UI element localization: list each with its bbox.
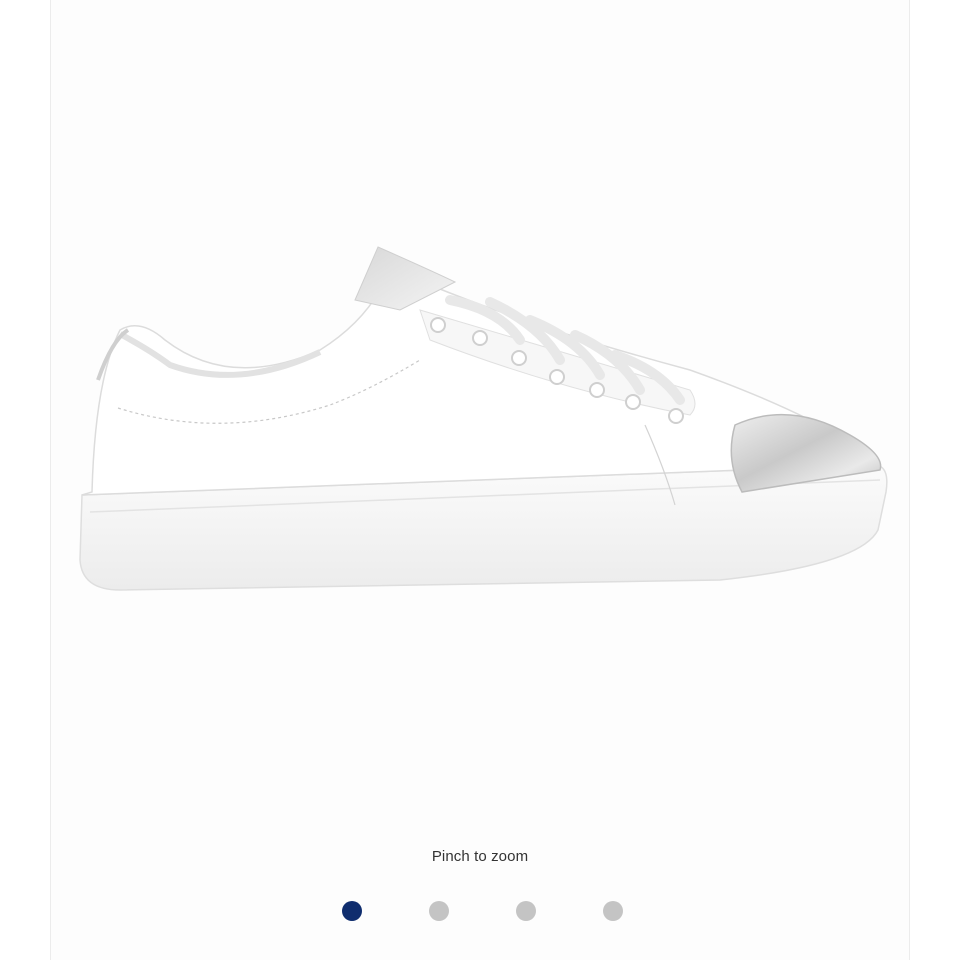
pagination-dot-2[interactable] <box>429 901 449 921</box>
carousel-pagination <box>0 901 960 923</box>
pinch-to-zoom-hint: Pinch to zoom <box>431 848 529 865</box>
product-image-sneaker[interactable] <box>0 230 960 610</box>
pagination-dot-4[interactable] <box>603 901 623 921</box>
pagination-dot-3[interactable] <box>516 901 536 921</box>
pagination-dot-1-active[interactable] <box>342 901 362 921</box>
